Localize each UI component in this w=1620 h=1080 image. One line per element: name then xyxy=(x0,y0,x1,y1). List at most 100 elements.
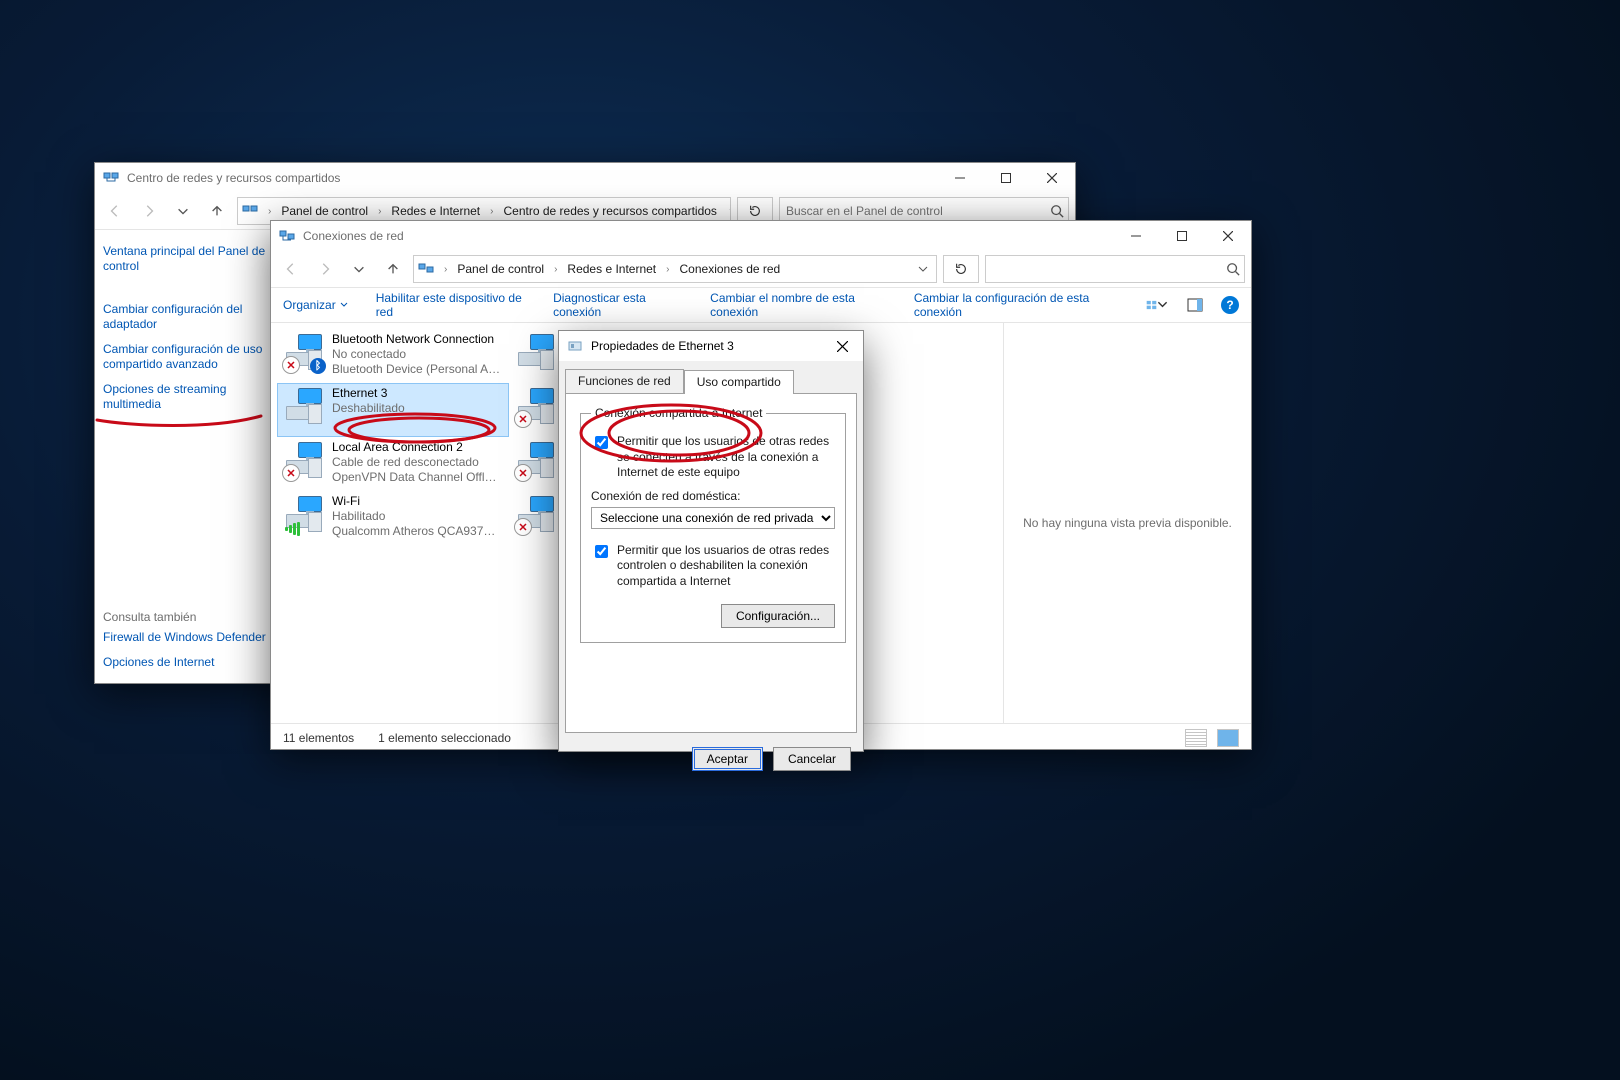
status-wifi-icon xyxy=(284,522,302,536)
cancel-button[interactable]: Cancelar xyxy=(773,747,851,771)
crumb[interactable]: Redes e Internet xyxy=(563,262,660,276)
dialog-title: Propiedades de Ethernet 3 xyxy=(591,339,734,353)
adapter-icon xyxy=(516,332,556,372)
sidebar-link-control-panel-home[interactable]: Ventana principal del Panel de control xyxy=(103,240,273,278)
nav-recent[interactable] xyxy=(169,197,197,225)
network-connections-icon xyxy=(279,228,295,244)
crumb[interactable]: Centro de redes y recursos compartidos xyxy=(500,204,721,218)
large-icons-view-button[interactable] xyxy=(1217,729,1239,747)
adapter-item[interactable]: Ethernet 3Deshabilitado··· xyxy=(277,383,509,437)
crumb[interactable]: Panel de control xyxy=(453,262,548,276)
group-internet-connection-sharing: Conexión compartida a Internet Permitir … xyxy=(580,406,846,643)
tab-sharing[interactable]: Uso compartido xyxy=(684,370,794,394)
sidebar-link-internet-options[interactable]: Opciones de Internet xyxy=(103,651,273,674)
maximize-button[interactable] xyxy=(1159,221,1205,251)
close-button[interactable] xyxy=(1205,221,1251,251)
adapter-icon: ✕ xyxy=(516,386,556,426)
tabstrip: Funciones de red Uso compartido xyxy=(559,361,863,393)
adapter-lines: Local Area Connection 2Cable de red desc… xyxy=(332,440,502,485)
checkbox-allow-other-networks[interactable] xyxy=(595,436,608,449)
chevron-down-icon xyxy=(340,301,348,309)
adapter-icon: ✕ xyxy=(516,494,556,534)
nav-recent[interactable] xyxy=(345,255,373,283)
window-title: Conexiones de red xyxy=(303,229,404,243)
adapter-item[interactable]: ✕ Local Area Connection 2Cable de red des… xyxy=(277,437,509,491)
adapter-name: Ethernet 3 xyxy=(332,386,405,401)
sidebar-link-media-streaming[interactable]: Opciones de streaming multimedia xyxy=(103,378,273,416)
cmd-enable-device[interactable]: Habilitar este dispositivo de red xyxy=(376,291,525,319)
adapter-name: Bluetooth Network Connection xyxy=(332,332,502,347)
status-disconnected-icon: ✕ xyxy=(282,356,300,374)
crumb[interactable]: Redes e Internet xyxy=(387,204,484,218)
search-input[interactable] xyxy=(784,203,1050,219)
nav-up[interactable] xyxy=(379,255,407,283)
cmd-rename[interactable]: Cambiar el nombre de esta conexión xyxy=(710,291,886,319)
search-box[interactable] xyxy=(985,255,1245,283)
adapter-icon: ✕ xyxy=(516,440,556,480)
desktop-background: Centro de redes y recursos compartidos ›… xyxy=(0,0,1620,1080)
tab-panel-sharing: Conexión compartida a Internet Permitir … xyxy=(565,393,857,733)
details-view-button[interactable] xyxy=(1185,729,1207,747)
chevron-right-icon: › xyxy=(662,264,673,275)
chevron-right-icon: › xyxy=(264,206,275,217)
close-button[interactable] xyxy=(821,331,863,361)
window-title: Centro de redes y recursos compartidos xyxy=(127,171,340,185)
adapter-status: Habilitado xyxy=(332,509,502,524)
status-disconnected-icon: ✕ xyxy=(514,518,532,536)
close-button[interactable] xyxy=(1029,163,1075,193)
preview-pane: No hay ninguna vista previa disponible. xyxy=(1003,323,1251,723)
preview-pane-button[interactable] xyxy=(1183,293,1207,317)
cmd-change-settings[interactable]: Cambiar la configuración de esta conexió… xyxy=(914,291,1117,319)
settings-button[interactable]: Configuración... xyxy=(721,604,835,628)
adapter-item[interactable]: Wi-FiHabilitadoQualcomm Atheros QCA9377 … xyxy=(277,491,509,545)
group-legend: Conexión compartida a Internet xyxy=(591,406,766,420)
sidebar-link-change-adapter[interactable]: Cambiar configuración del adaptador xyxy=(103,298,273,336)
see-also-label: Consulta también xyxy=(103,586,273,624)
sidebar-link-firewall[interactable]: Firewall de Windows Defender xyxy=(103,626,273,649)
crumb-dropdown[interactable] xyxy=(914,264,932,274)
checkbox-allow-control-label[interactable]: Permitir que los usuarios de otras redes… xyxy=(617,543,835,590)
cmd-diagnose[interactable]: Diagnosticar esta conexión xyxy=(553,291,682,319)
adapter-device: Qualcomm Atheros QCA9377 Wir... xyxy=(332,524,502,539)
organize-menu[interactable]: Organizar xyxy=(283,298,348,312)
nav-forward[interactable] xyxy=(311,255,339,283)
ok-button[interactable]: Aceptar xyxy=(692,747,763,771)
minimize-button[interactable] xyxy=(1113,221,1159,251)
checkbox-allow-control[interactable] xyxy=(595,545,608,558)
sidebar-link-advanced-sharing[interactable]: Cambiar configuración de uso compartido … xyxy=(103,338,273,376)
view-options-button[interactable] xyxy=(1145,293,1169,317)
crumb[interactable]: Panel de control xyxy=(277,204,372,218)
status-disconnected-icon: ✕ xyxy=(514,410,532,428)
breadcrumb[interactable]: › Panel de control › Redes e Internet › … xyxy=(413,255,937,283)
nav-up[interactable] xyxy=(203,197,231,225)
dialog-buttons: Aceptar Cancelar xyxy=(559,739,863,783)
tab-networking[interactable]: Funciones de red xyxy=(565,369,684,393)
tab-label: Uso compartido xyxy=(697,375,781,389)
minimize-button[interactable] xyxy=(937,163,983,193)
status-disconnected-icon: ✕ xyxy=(282,464,300,482)
nav-forward[interactable] xyxy=(135,197,163,225)
nav-back[interactable] xyxy=(277,255,305,283)
checkbox-allow-other-networks-label[interactable]: Permitir que los usuarios de otras redes… xyxy=(617,434,835,481)
search-input[interactable] xyxy=(990,261,1226,277)
sidebar: Ventana principal del Panel de control C… xyxy=(95,230,281,684)
home-connection-label: Conexión de red doméstica: xyxy=(591,489,835,503)
chevron-right-icon: › xyxy=(374,206,385,217)
crumb-dropdown[interactable] xyxy=(725,206,731,216)
adapter-status: No conectado xyxy=(332,347,502,362)
crumb[interactable]: Conexiones de red xyxy=(676,262,785,276)
titlebar: Centro de redes y recursos compartidos xyxy=(95,163,1075,193)
maximize-button[interactable] xyxy=(983,163,1029,193)
adapter-item[interactable]: ✕ᛒBluetooth Network ConnectionNo conecta… xyxy=(277,329,509,383)
nav-back[interactable] xyxy=(101,197,129,225)
refresh-button[interactable] xyxy=(943,255,979,283)
network-connections-icon xyxy=(418,261,434,277)
network-center-icon xyxy=(242,203,258,219)
chevron-right-icon: › xyxy=(486,206,497,217)
home-connection-select[interactable]: Seleccione una conexión de red privada xyxy=(591,507,835,529)
status-selected: 1 elemento seleccionado xyxy=(378,731,511,745)
help-button[interactable]: ? xyxy=(1221,296,1239,314)
status-disconnected-icon: ✕ xyxy=(514,464,532,482)
addressbar: › Panel de control › Redes e Internet › … xyxy=(271,251,1251,288)
adapter-status: Deshabilitado xyxy=(332,401,405,416)
